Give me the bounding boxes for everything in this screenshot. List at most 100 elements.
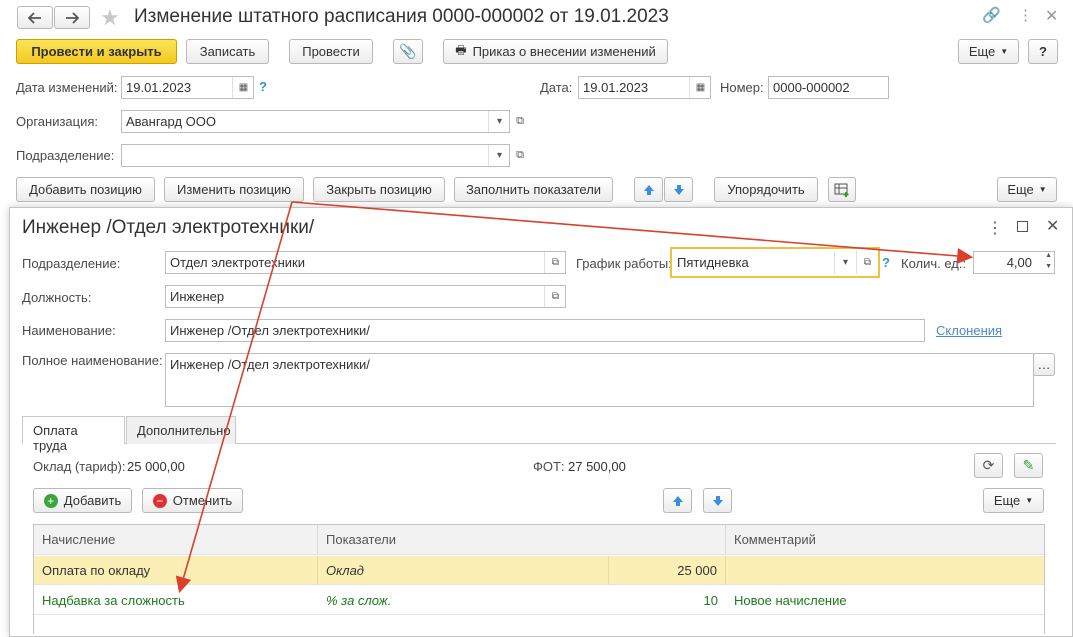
refresh-button[interactable]: ⟳ [974, 453, 1003, 478]
calendar-icon[interactable]: ▦ [689, 77, 710, 98]
tab-additional[interactable]: Дополнительно [126, 416, 236, 444]
open-icon[interactable]: ⧉ [510, 145, 530, 165]
units-field[interactable]: 4,00 ▲ ▼ [973, 251, 1055, 274]
attach-button[interactable]: 📎 [393, 39, 423, 64]
schedule-field[interactable]: Пятидневка ▾ ⧉ [670, 247, 880, 278]
post-button[interactable]: Провести [289, 39, 373, 64]
table-row[interactable]: Надбавка за сложность % за слож. 10 Ново… [34, 586, 1044, 615]
dropdown-arrow-icon[interactable]: ▾ [488, 111, 509, 132]
more-vertical-icon[interactable]: ⋮ [987, 218, 1003, 238]
name-field[interactable]: Инженер /Отдел электротехники/ [165, 319, 925, 342]
positions-more-button[interactable]: Еще ▼ [997, 177, 1057, 202]
dept-label: Подразделение: [16, 148, 115, 163]
dropdown-arrow-icon[interactable]: ▾ [834, 251, 856, 274]
salary-label: Оклад (тариф): [33, 459, 126, 474]
cancel-label: Отменить [172, 493, 233, 508]
declension-link[interactable]: Склонения [936, 323, 1002, 338]
link-icon[interactable]: 🔗 [982, 6, 1001, 24]
open-icon[interactable]: ⧉ [544, 252, 565, 273]
more-menu-button[interactable]: Еще ▼ [958, 39, 1019, 64]
comment-cell: Новое начисление [734, 593, 847, 608]
back-button[interactable] [17, 6, 53, 29]
dialog-dept-label: Подразделение: [22, 256, 121, 271]
value-cell: 10 [703, 593, 718, 608]
table-row[interactable]: Оплата по окладу Оклад 25 000 [34, 556, 1044, 585]
help-question-icon[interactable]: ? [259, 79, 267, 94]
accrual-cell: Оплата по окладу [34, 556, 318, 585]
table-add-icon [834, 183, 849, 197]
open-icon[interactable]: ⧉ [856, 251, 878, 274]
maximize-icon[interactable] [1017, 221, 1028, 232]
fot-value: 27 500,00 [568, 459, 626, 474]
column-header-comment[interactable]: Комментарий [726, 525, 1044, 554]
dropdown-arrow-icon: ▼ [1038, 185, 1047, 194]
order-changes-button[interactable]: 🖶 Приказ о внесении изменений [443, 39, 668, 64]
fullname-edit-button[interactable]: … [1033, 353, 1055, 376]
indicator-cell: % за слож. [326, 593, 392, 608]
accrual-cell: Надбавка за сложность [42, 593, 185, 608]
column-header-accrual[interactable]: Начисление [34, 525, 318, 554]
org-label: Организация: [16, 114, 99, 129]
forward-button[interactable] [54, 6, 90, 29]
salary-value: 25 000,00 [127, 459, 185, 474]
move-up-button[interactable] [663, 488, 692, 513]
position-field[interactable]: Инженер ⧉ [165, 285, 566, 308]
fill-indicators-button[interactable]: Заполнить показатели [454, 177, 613, 202]
arrow-right-icon [66, 11, 79, 24]
column-header-indicators[interactable]: Показатели [318, 525, 726, 554]
comment-cell [726, 556, 1044, 585]
dialog-dept-field[interactable]: Отдел электротехники ⧉ [165, 251, 566, 274]
edit-button[interactable]: ✎ [1014, 453, 1043, 478]
change-date-label: Дата изменений: [16, 80, 118, 95]
open-icon[interactable]: ⧉ [510, 111, 530, 131]
open-icon[interactable]: ⧉ [544, 286, 565, 307]
post-and-close-button[interactable]: Провести и закрыть [16, 39, 177, 64]
close-icon[interactable]: ✕ [1046, 216, 1059, 236]
dropdown-arrow-icon[interactable]: ▾ [488, 145, 509, 166]
accruals-more-button[interactable]: Еще ▼ [983, 488, 1044, 513]
move-up-button[interactable] [634, 177, 663, 202]
indicator-cell: Оклад [318, 556, 609, 585]
close-position-button[interactable]: Закрыть позицию [313, 177, 445, 202]
pencil-icon: ✎ [1022, 457, 1035, 473]
favorite-star-icon[interactable]: ★ [100, 5, 120, 31]
add-label: Добавить [63, 493, 122, 508]
move-down-button[interactable] [664, 177, 693, 202]
table-header: Начисление Показатели Комментарий [34, 525, 1044, 555]
more-vertical-icon[interactable]: ⋮ [1018, 6, 1033, 24]
fot-label: ФОТ: [533, 459, 565, 474]
cancel-accrual-button[interactable]: − Отменить [142, 488, 243, 513]
order-changes-label: Приказ о внесении изменений [472, 44, 656, 59]
org-field[interactable]: Авангард ООО ▾ [121, 110, 510, 133]
sort-button[interactable]: Упорядочить [714, 177, 818, 202]
help-question-icon[interactable]: ? [882, 255, 890, 270]
tab-salary[interactable]: Оплата труда [22, 416, 125, 453]
calendar-icon[interactable]: ▦ [232, 77, 253, 98]
minus-circle-icon: − [152, 493, 167, 508]
move-down-button[interactable] [703, 488, 732, 513]
help-button[interactable]: ? [1028, 39, 1058, 64]
dept-field[interactable]: ▾ [121, 144, 510, 167]
close-icon[interactable]: ✕ [1045, 6, 1058, 26]
add-position-button[interactable]: Добавить позицию [16, 177, 155, 202]
fullname-label: Полное наименование: [22, 353, 163, 368]
save-button[interactable]: Записать [186, 39, 269, 64]
edit-position-button[interactable]: Изменить позицию [164, 177, 304, 202]
add-accrual-button[interactable]: + Добавить [33, 488, 132, 513]
date-field[interactable]: 19.01.2023 ▦ [578, 76, 711, 99]
change-date-field[interactable]: 19.01.2023 ▦ [121, 76, 254, 99]
fullname-field[interactable]: Инженер /Отдел электротехники/ [165, 353, 1034, 407]
name-label: Наименование: [22, 323, 116, 338]
value-cell: 25 000 [609, 556, 726, 585]
units-label: Колич. ед.: [901, 256, 967, 271]
number-field[interactable]: 0000-000002 [768, 76, 889, 99]
spin-down-icon[interactable]: ▼ [1045, 263, 1052, 270]
org-value: Авангард ООО [126, 114, 216, 129]
dialog-dept-value: Отдел электротехники [170, 255, 305, 270]
date-value: 19.01.2023 [583, 80, 649, 95]
more-label: Еще [1007, 182, 1034, 197]
spin-up-icon[interactable]: ▲ [1045, 252, 1052, 259]
schedule-value: Пятидневка [677, 255, 749, 270]
table-settings-button[interactable] [828, 177, 856, 202]
dropdown-arrow-icon: ▼ [1025, 496, 1034, 505]
